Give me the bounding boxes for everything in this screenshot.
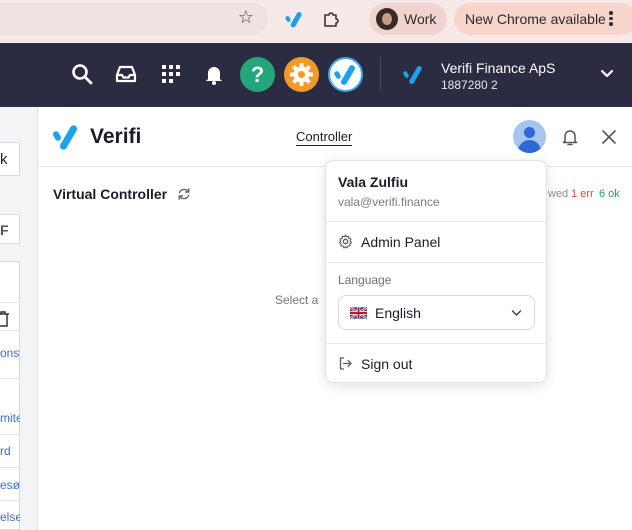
brand-name: Verifi bbox=[90, 125, 142, 148]
page-title: Virtual Controller bbox=[53, 186, 168, 202]
table-row[interactable]: onsy bbox=[0, 346, 20, 360]
verifi-logo-icon bbox=[53, 125, 77, 150]
left-panel-table: onsy mite rd esø else bbox=[0, 261, 20, 530]
account-menu: Vala Zulfiu vala@verifi.finance Admin Pa… bbox=[325, 160, 547, 383]
close-icon[interactable] bbox=[602, 130, 616, 144]
uk-flag-icon bbox=[350, 307, 367, 319]
table-row[interactable]: rd bbox=[0, 444, 20, 458]
verifi-icon[interactable] bbox=[328, 57, 363, 92]
gear-icon[interactable] bbox=[284, 57, 319, 92]
chevron-down-icon bbox=[511, 310, 522, 316]
chrome-update-chip[interactable]: New Chrome available bbox=[454, 3, 632, 35]
sign-out-icon bbox=[339, 357, 352, 370]
admin-panel-button[interactable]: Admin Panel bbox=[326, 227, 546, 257]
inbox-icon[interactable] bbox=[114, 62, 138, 86]
chevron-down-icon[interactable] bbox=[600, 69, 614, 79]
help-icon[interactable]: ? bbox=[240, 57, 275, 92]
table-row[interactable]: else bbox=[0, 510, 20, 524]
app-header: ? Verifi Finance ApS 1887280 2 bbox=[0, 43, 632, 107]
user-email: vala@verifi.finance bbox=[338, 195, 440, 209]
left-panel: k F onsy mite rd esø else bbox=[0, 107, 38, 530]
left-panel-button-label: k bbox=[0, 151, 8, 168]
search-icon[interactable] bbox=[70, 62, 94, 86]
chrome-update-label: New Chrome available bbox=[465, 11, 606, 27]
user-name: Vala Zulfiu bbox=[338, 174, 409, 190]
verifi-extension-icon[interactable] bbox=[284, 8, 306, 30]
extensions-puzzle-icon[interactable] bbox=[321, 9, 341, 29]
tab-controller[interactable]: Controller bbox=[296, 129, 353, 146]
gear-icon bbox=[338, 234, 353, 249]
profile-label: Work bbox=[404, 11, 437, 27]
admin-panel-label: Admin Panel bbox=[361, 234, 441, 250]
table-row[interactable]: esø bbox=[0, 478, 20, 492]
company-id: 1887280 2 bbox=[441, 78, 498, 92]
browser-toolbar: ☆ Work New Chrome available bbox=[0, 0, 632, 43]
apps-grid-icon[interactable] bbox=[159, 62, 183, 86]
status-errors: 1 err bbox=[571, 188, 594, 200]
header-separator bbox=[380, 57, 381, 91]
bell-icon[interactable] bbox=[202, 62, 226, 86]
status-viewed: wed bbox=[548, 188, 569, 200]
status-ok: 6 ok bbox=[599, 188, 620, 200]
trash-icon[interactable] bbox=[0, 311, 10, 327]
left-panel-button[interactable]: k bbox=[0, 142, 20, 176]
empty-state-hint: Select a bbox=[275, 293, 319, 307]
company-logo-icon bbox=[403, 66, 422, 84]
sign-out-button[interactable]: Sign out bbox=[326, 349, 546, 379]
left-panel-chip-label: F bbox=[0, 222, 9, 238]
main-header: Verifi Controller bbox=[38, 107, 632, 167]
more-vert-icon[interactable] bbox=[608, 10, 614, 28]
notification-bell-icon[interactable] bbox=[560, 127, 580, 147]
left-panel-chip[interactable]: F bbox=[0, 214, 20, 244]
profile-chip[interactable]: Work bbox=[369, 3, 447, 35]
avatar[interactable] bbox=[513, 120, 546, 153]
language-value: English bbox=[375, 305, 421, 321]
language-select[interactable]: English bbox=[338, 295, 535, 330]
sign-out-label: Sign out bbox=[361, 356, 413, 372]
profile-avatar bbox=[376, 8, 398, 30]
company-name[interactable]: Verifi Finance ApS bbox=[441, 60, 555, 76]
language-label: Language bbox=[338, 273, 392, 287]
table-row[interactable]: mite bbox=[0, 411, 20, 425]
address-bar[interactable] bbox=[0, 3, 268, 35]
refresh-icon[interactable] bbox=[177, 187, 191, 201]
bookmark-star-icon[interactable]: ☆ bbox=[236, 8, 256, 28]
